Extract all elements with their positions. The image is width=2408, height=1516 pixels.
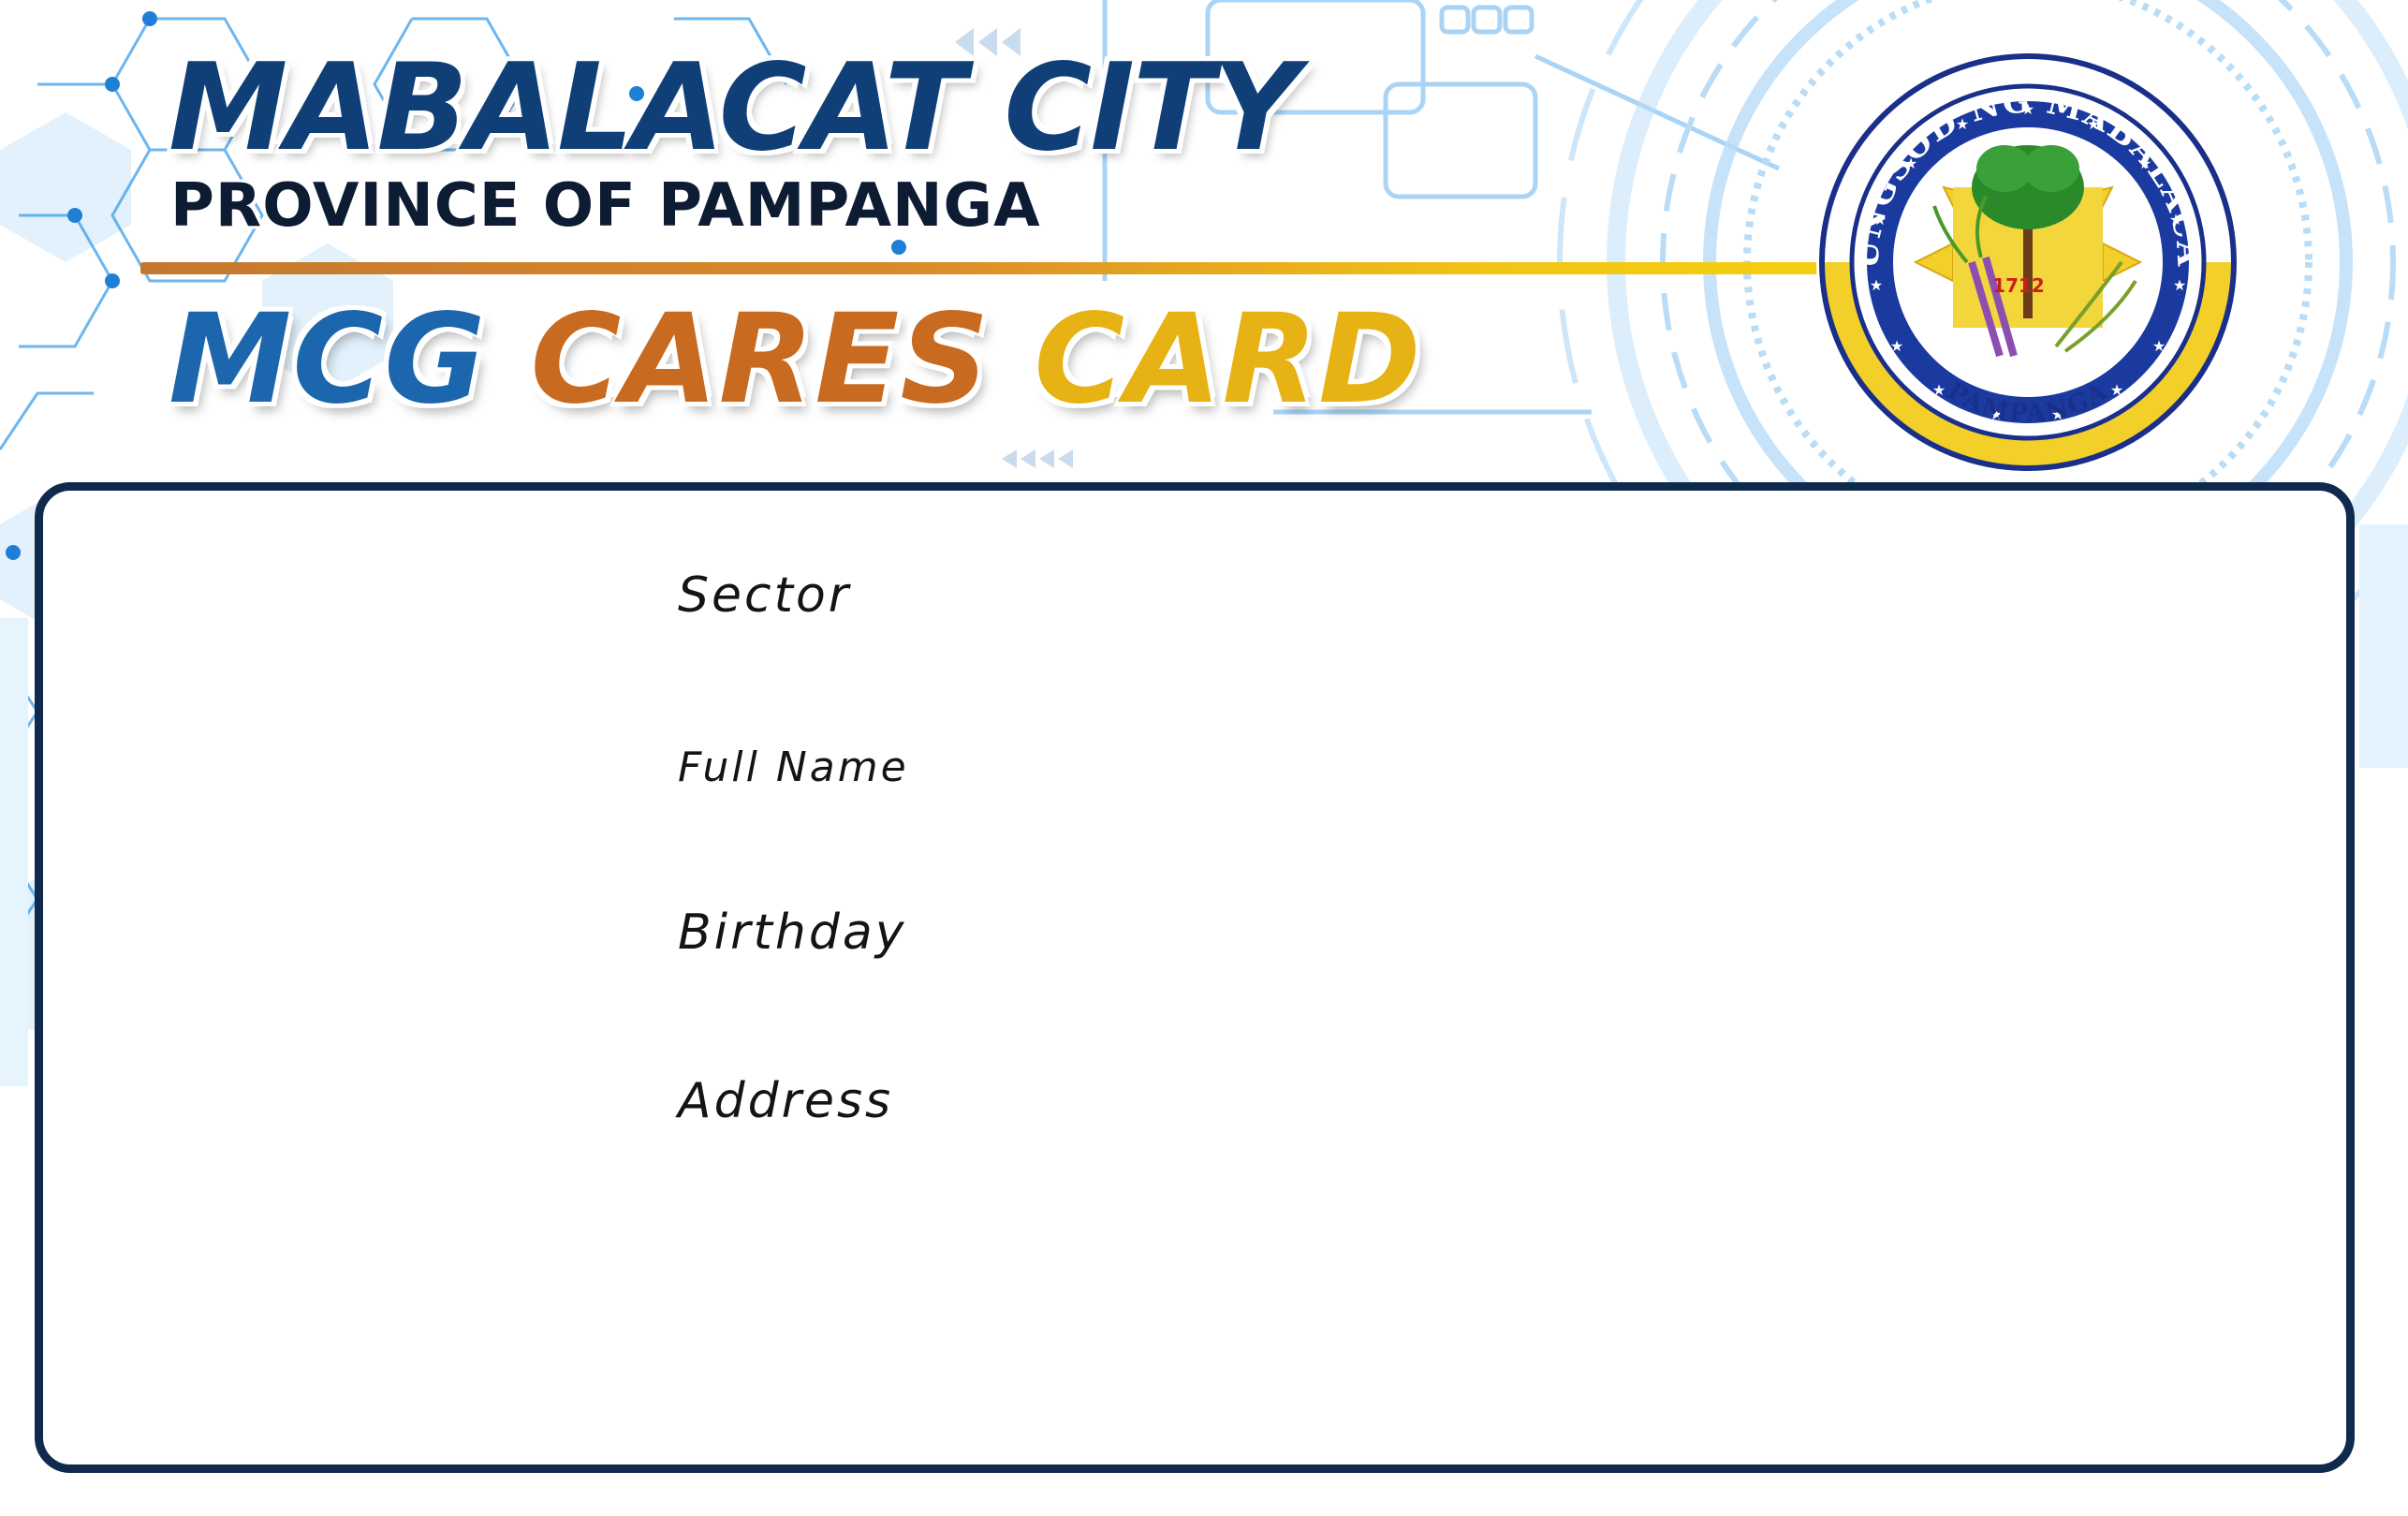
birthday-label: Birthday bbox=[678, 905, 907, 961]
full-name-label: Full Name bbox=[678, 743, 909, 791]
svg-text:★: ★ bbox=[2152, 337, 2166, 355]
svg-text:★: ★ bbox=[1932, 381, 1945, 399]
city-seal-logo: ★★★★ ★★★★ ★★★★ ★★★ 1712 LUNGSOD NG MABAL… bbox=[1813, 47, 2239, 474]
card-info-panel bbox=[35, 482, 2355, 1473]
card-title-word-mcg: MCG bbox=[169, 287, 487, 432]
svg-text:1712: 1712 bbox=[1992, 274, 2045, 297]
address-label: Address bbox=[678, 1073, 894, 1129]
card-title-word-card: CARD bbox=[1034, 287, 1422, 432]
city-title: MABALACAT CITY bbox=[169, 38, 1299, 178]
sector-label: Sector bbox=[678, 567, 852, 624]
province-subtitle: PROVINCE OF PAMPANGA bbox=[170, 171, 1041, 241]
svg-text:★: ★ bbox=[1870, 276, 1883, 294]
card-title-word-cares: CARES bbox=[530, 287, 991, 432]
svg-text:★: ★ bbox=[2173, 276, 2186, 294]
svg-text:★: ★ bbox=[1890, 337, 1903, 355]
header-divider bbox=[140, 262, 1835, 274]
svg-text:★: ★ bbox=[2110, 381, 2123, 399]
card-title: MCG CARES CARD bbox=[169, 298, 1422, 421]
